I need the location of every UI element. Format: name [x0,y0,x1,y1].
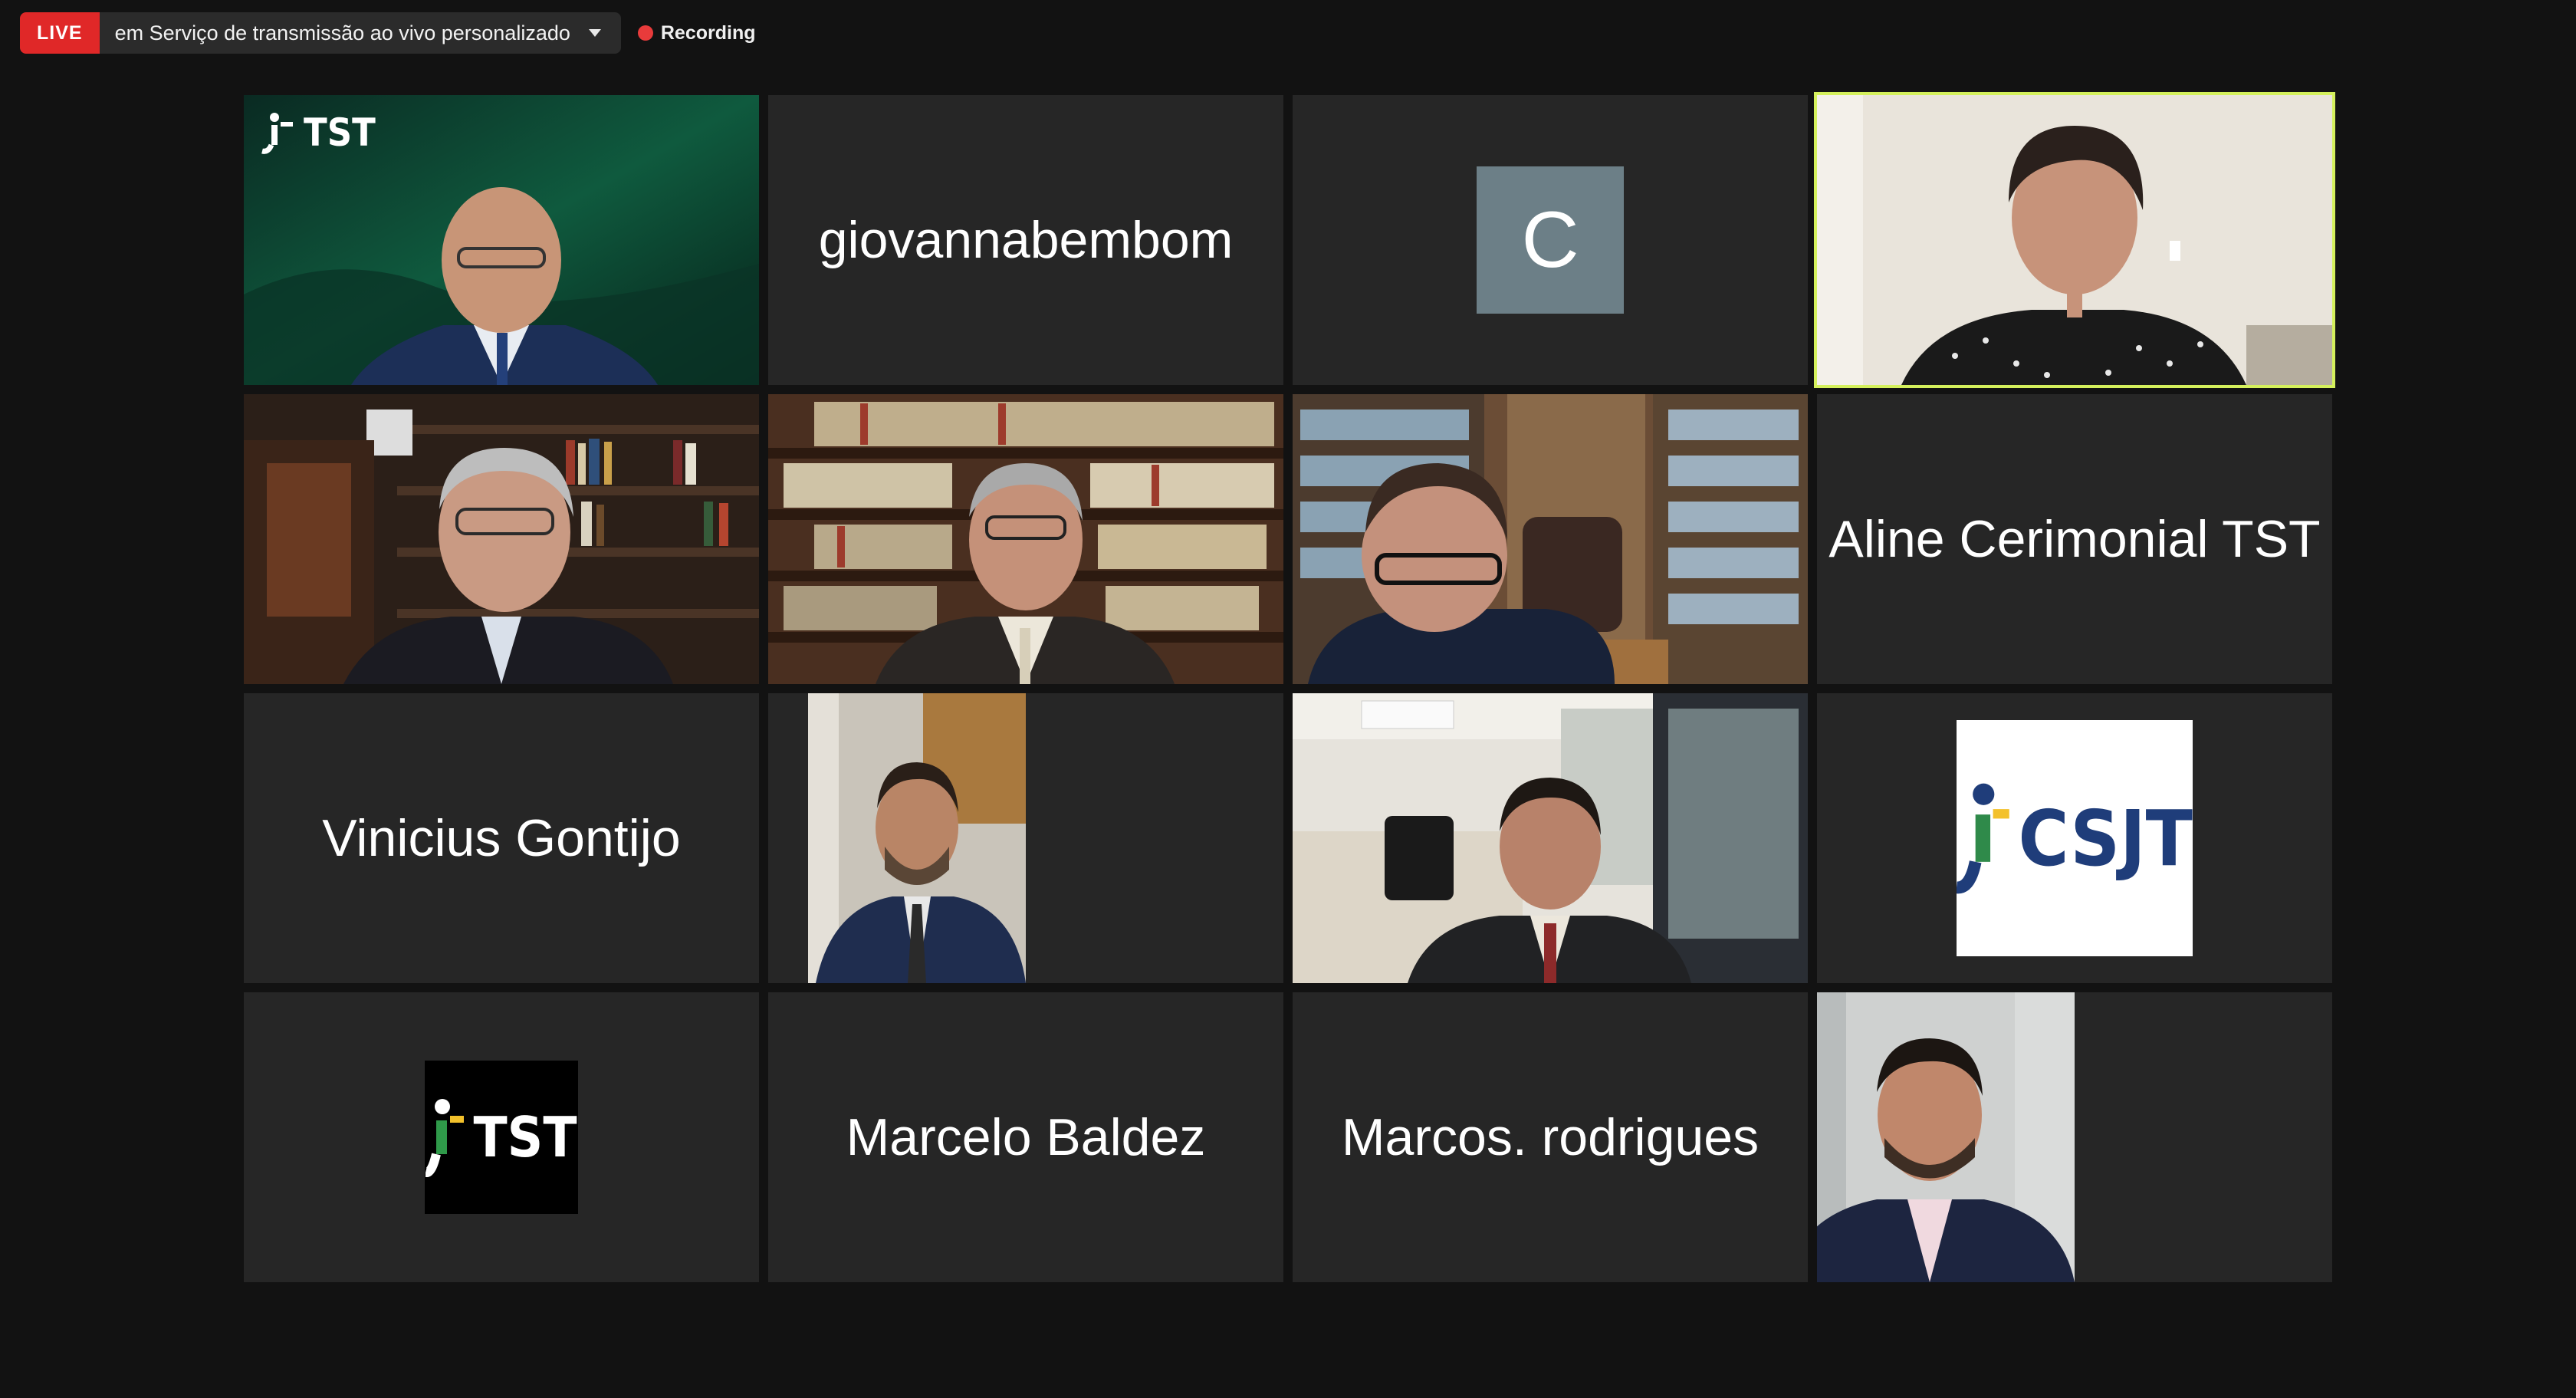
participant-tile[interactable]: TST [244,95,759,385]
avatar: C [1477,166,1624,314]
participant-tile[interactable]: Marcelo Baldez [768,992,1283,1282]
csjt-logo: CSJT [1957,720,2193,956]
participant-video [808,693,1026,983]
participant-name: Aline Cerimonial TST [1829,510,2321,568]
participant-video [1817,95,2332,385]
participant-tile[interactable]: Aline Cerimonial TST [1817,394,2332,684]
recording-indicator[interactable]: Recording [637,21,756,44]
participant-tile[interactable]: TST [244,992,759,1282]
participant-tile[interactable] [1293,394,1808,684]
participant-name: giovannabembom [818,211,1234,269]
record-dot-icon [637,25,653,41]
participant-tile[interactable]: giovannabembom [768,95,1283,385]
participant-video [768,394,1283,684]
live-badge[interactable]: LIVE [20,12,100,54]
participant-tile[interactable] [1817,992,2332,1282]
participant-tile[interactable] [768,394,1283,684]
participant-tile[interactable] [768,693,1283,983]
participant-tile[interactable]: Vinicius Gontijo [244,693,759,983]
tst-logo-icon [426,1099,465,1177]
participant-name: Vinicius Gontijo [322,809,681,867]
top-status-bar: LIVE em Serviço de transmissão ao vivo p… [20,12,756,54]
gallery-view: TST giovannabembom C Aline Cerimonial TS… [244,92,2335,1283]
csjt-logo-text: CSJT [2018,793,2193,883]
participant-tile[interactable]: Marcos. rodrigues [1293,992,1808,1282]
participant-name: Marcos. rodrigues [1341,1108,1760,1166]
participant-name: Marcelo Baldez [846,1108,1206,1166]
stream-target-dropdown[interactable]: em Serviço de transmissão ao vivo person… [99,12,621,54]
participant-video [244,394,759,684]
tst-logo-text: TST [473,1105,577,1169]
participant-tile-active-speaker[interactable] [1814,92,2335,388]
tst-logo-icon [261,113,293,154]
tst-logo: TST [425,1061,578,1214]
participant-video [1293,693,1808,983]
participant-video [1817,992,2075,1282]
participant-tile[interactable] [1293,693,1808,983]
tst-watermark-text: TST [304,110,376,155]
participant-tile[interactable]: C [1293,95,1808,385]
stream-target-label: em Serviço de transmissão ao vivo person… [114,21,570,44]
recording-label: Recording [660,21,756,44]
meeting-window: LIVE em Serviço de transmissão ao vivo p… [0,0,2576,1398]
tst-watermark: TST [261,110,376,155]
csjt-logo-icon [1957,783,2009,894]
participant-tile[interactable]: CSJT [1817,693,2332,983]
participant-tile[interactable] [244,394,759,684]
participant-video [1293,394,1808,684]
chevron-down-icon [588,29,601,37]
